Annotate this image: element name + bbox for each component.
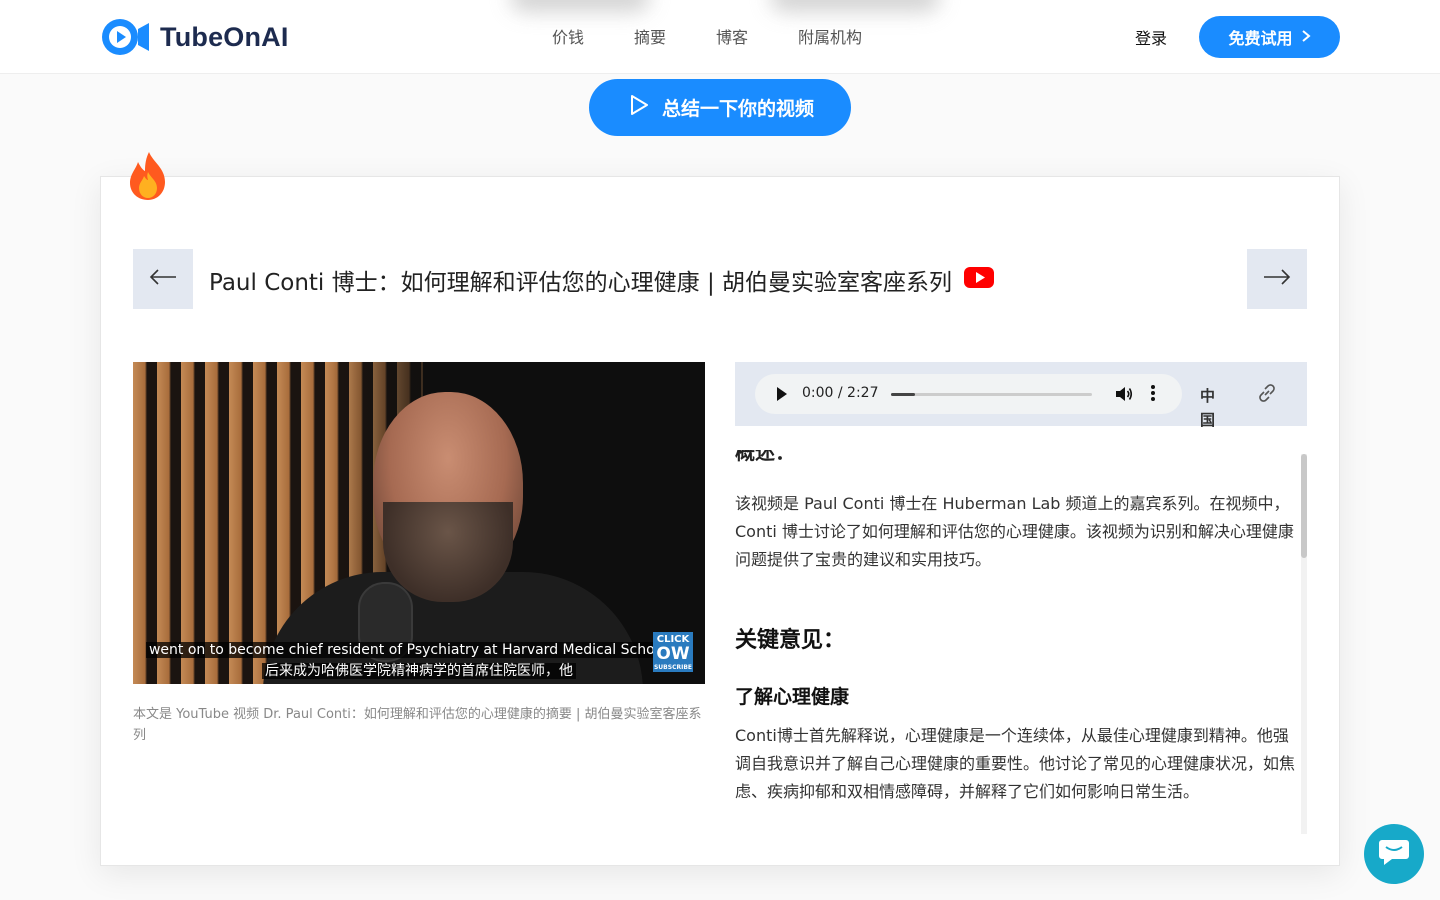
audio-progress-fill	[891, 393, 916, 396]
audio-time: 0:00 / 2:27	[802, 385, 879, 401]
logo-icon	[100, 17, 150, 57]
volume-icon[interactable]	[1115, 385, 1133, 407]
video-title-text: Paul Conti 博士：如何理解和评估您的心理健康 | 胡伯曼实验室客座系列	[209, 270, 953, 296]
audio-player: 0:00 / 2:27	[755, 374, 1182, 414]
free-trial-label: 免费试用	[1228, 29, 1293, 48]
nav-affiliates[interactable]: 附属机构	[798, 24, 862, 48]
language-selector[interactable]: 中国	[1200, 384, 1218, 432]
audio-toolbar: 0:00 / 2:27 中国	[735, 362, 1307, 429]
summary-content[interactable]: 概述： 该视频是 Paul Conti 博士在 Huberman Lab 频道上…	[735, 426, 1307, 834]
nav-blog[interactable]: 博客	[716, 24, 748, 48]
play-outline-icon	[626, 93, 650, 122]
video-player[interactable]: went on to become chief resident of Psyc…	[133, 362, 705, 684]
content-scrollbar[interactable]	[1301, 454, 1307, 834]
chevron-right-icon	[1301, 28, 1311, 47]
subtitle-chinese: 后来成为哈佛医学院精神病学的首席住院医师，他	[133, 660, 705, 680]
main-nav: 价钱 摘要 博客 附属机构	[552, 24, 912, 48]
badge-bottom-text: SUBSCRIBE	[653, 664, 692, 671]
subscribe-badge[interactable]: CLICK OW SUBSCRIBE	[653, 632, 693, 672]
arrow-right-icon	[1263, 269, 1291, 289]
logo-text: TubeOnAI	[160, 21, 289, 52]
audio-progress-track[interactable]	[891, 393, 1092, 396]
chat-button[interactable]	[1364, 824, 1424, 884]
key-points-heading: 关键意见：	[735, 628, 846, 653]
section-text: Conti博士首先解释说，心理健康是一个连续体，从最佳心理健康到精神。他强调自我…	[735, 726, 1296, 801]
previous-button[interactable]	[133, 249, 193, 309]
scrollbar-thumb[interactable]	[1301, 454, 1307, 558]
overview-text: 该视频是 Paul Conti 博士在 Huberman Lab 频道上的嘉宾系…	[735, 494, 1294, 569]
blurred-decoration	[510, 0, 650, 12]
arrow-left-icon	[149, 269, 177, 289]
subtitle-chinese-text: 后来成为哈佛医学院精神病学的首席住院医师，他	[262, 663, 576, 679]
blurred-decoration	[770, 0, 940, 12]
summarize-video-button[interactable]: 总结一下你的视频	[589, 79, 851, 136]
section-heading: 了解心理健康	[735, 686, 850, 708]
logo[interactable]: TubeOnAI	[100, 17, 289, 57]
subtitle-english-text: went on to become chief resident of Psyc…	[145, 642, 693, 658]
more-options-icon[interactable]	[1150, 384, 1156, 406]
youtube-icon[interactable]	[964, 266, 995, 294]
nav-pricing[interactable]: 价钱	[552, 24, 584, 48]
login-link[interactable]: 登录	[1135, 25, 1167, 49]
chat-bubble-icon	[1378, 837, 1410, 871]
overview-heading: 概述：	[735, 440, 795, 464]
video-caption: 本文是 YouTube 视频 Dr. Paul Conti：如何理解和评估您的心…	[133, 707, 702, 743]
free-trial-button[interactable]: 免费试用	[1199, 16, 1340, 58]
nav-summaries[interactable]: 摘要	[634, 24, 666, 48]
video-title: Paul Conti 博士：如何理解和评估您的心理健康 | 胡伯曼实验室客座系列	[209, 263, 995, 297]
play-icon[interactable]	[777, 387, 787, 401]
badge-mid-text: OW	[656, 644, 690, 664]
site-header: TubeOnAI 价钱 摘要 博客 附属机构 登录 免费试用	[0, 0, 1440, 74]
next-button[interactable]	[1247, 249, 1307, 309]
link-icon[interactable]	[1256, 382, 1278, 408]
summarize-video-label: 总结一下你的视频	[661, 98, 814, 120]
subtitle-english: went on to become chief resident of Psyc…	[133, 642, 705, 658]
fire-icon	[125, 150, 171, 202]
